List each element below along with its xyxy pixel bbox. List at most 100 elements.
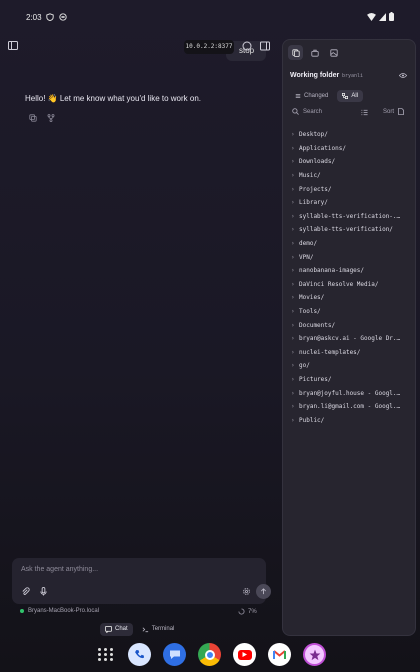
tab-tools[interactable] xyxy=(307,45,322,60)
app-icon[interactable] xyxy=(303,643,326,666)
file-search[interactable]: Search xyxy=(292,108,322,115)
status-right xyxy=(367,12,394,21)
battery-icon xyxy=(389,12,394,21)
file-tree-item[interactable]: › Projects/ xyxy=(291,182,413,196)
tab-preview[interactable] xyxy=(326,45,341,60)
chrome-icon[interactable] xyxy=(198,643,221,666)
file-tree-item[interactable]: › Desktop/ xyxy=(291,128,413,142)
file-tree-item[interactable]: › Downloads/ xyxy=(291,155,413,169)
tab-files[interactable] xyxy=(288,45,303,60)
file-tree-item[interactable]: › nanobanana-images/ xyxy=(291,264,413,278)
file-tree-item[interactable]: › Pictures/ xyxy=(291,373,413,387)
phone-icon[interactable] xyxy=(128,643,151,666)
attach-icon[interactable] xyxy=(21,587,30,596)
chevron-right-icon: › xyxy=(291,294,295,302)
message-glyph xyxy=(169,650,180,659)
play-icon xyxy=(242,652,247,657)
file-tree-item-label: go/ xyxy=(299,362,310,370)
chevron-right-icon: › xyxy=(291,389,295,397)
terminal-icon xyxy=(142,627,148,633)
chevron-right-icon: › xyxy=(291,144,295,152)
tab-terminal-label: Terminal xyxy=(151,626,175,632)
chevron-right-icon: › xyxy=(291,131,295,139)
tab-terminal[interactable]: Terminal xyxy=(137,623,180,636)
panel-toggle-icon[interactable] xyxy=(260,41,270,51)
connected-dot xyxy=(20,609,24,613)
message-composer[interactable]: Ask the agent anything... xyxy=(12,558,271,604)
host-status: Bryans-MacBook-Pro.local xyxy=(20,608,99,614)
list-view-icon[interactable] xyxy=(361,109,368,116)
file-tree-item-label: Projects/ xyxy=(299,185,332,193)
file-tree-item[interactable]: › syllable-tts-verification-... xyxy=(291,210,413,224)
chevron-right-icon: › xyxy=(291,335,295,343)
eye-icon[interactable] xyxy=(399,72,407,79)
arrow-up-icon xyxy=(261,588,266,595)
messages-icon[interactable] xyxy=(163,643,186,666)
copy-icon[interactable] xyxy=(29,114,37,122)
youtube-icon[interactable] xyxy=(233,643,256,666)
chevron-right-icon: › xyxy=(291,185,295,193)
file-tree-item-label: DaVinci Resolve Media/ xyxy=(299,280,379,288)
file-tree-item[interactable]: › nuclei-templates/ xyxy=(291,346,413,360)
file-tree-item[interactable]: › Applications/ xyxy=(291,142,413,156)
chevron-right-icon: › xyxy=(291,375,295,383)
chevron-right-icon: › xyxy=(291,240,295,248)
composer-input[interactable]: Ask the agent anything... xyxy=(21,566,98,573)
file-tree-item[interactable]: › bryan@joyful.house - Googl... xyxy=(291,386,413,400)
info-icon[interactable] xyxy=(242,41,252,51)
signal-icon xyxy=(379,12,386,21)
file-tree-item-label: Downloads/ xyxy=(299,158,336,166)
file-tree-item-label: Public/ xyxy=(299,416,325,424)
sync-icon xyxy=(59,13,67,21)
gmail-icon[interactable] xyxy=(268,643,291,666)
app-drawer-icon[interactable] xyxy=(96,645,116,665)
panel-title: Working folder xyxy=(290,72,340,79)
star-icon xyxy=(309,649,320,660)
shield-icon xyxy=(46,13,54,21)
youtube-badge xyxy=(237,649,252,660)
assistant-message: Hello! 👋 Let me know what you'd like to … xyxy=(25,94,202,103)
chevron-right-icon: › xyxy=(291,348,295,356)
file-tree-item-label: nanobanana-images/ xyxy=(299,267,365,275)
file-tree-item[interactable]: › demo/ xyxy=(291,237,413,251)
tab-chat[interactable]: Chat xyxy=(100,623,133,636)
chevron-right-icon: › xyxy=(291,280,295,288)
file-tree-item[interactable]: › bryan.li@gmail.com - Googl... xyxy=(291,400,413,414)
mic-icon[interactable] xyxy=(39,587,48,596)
chevron-right-icon: › xyxy=(291,226,295,234)
send-button[interactable] xyxy=(256,584,271,599)
fork-icon[interactable] xyxy=(47,114,55,122)
file-tree-item-label: bryan@joyful.house - Googl... xyxy=(299,389,403,397)
chevron-right-icon: › xyxy=(291,267,295,275)
file-tree-item-label: Tools/ xyxy=(299,308,321,316)
panel-user: bryanli xyxy=(342,73,364,79)
file-tree-item[interactable]: › Public/ xyxy=(291,413,413,427)
segment-changed[interactable]: Changed xyxy=(290,90,333,102)
search-input[interactable]: Search xyxy=(303,109,322,115)
file-tree-item[interactable]: › bryan@askcv.ai - Google Dr... xyxy=(291,332,413,346)
file-tree-item[interactable]: › DaVinci Resolve Media/ xyxy=(291,278,413,292)
file-tree-item[interactable]: › go/ xyxy=(291,359,413,373)
file-tree-item-label: Desktop/ xyxy=(299,131,328,139)
file-tree-item[interactable]: › Movies/ xyxy=(291,291,413,305)
chat-icon xyxy=(105,626,112,633)
file-tree-item[interactable]: › VPN/ xyxy=(291,250,413,264)
file-tree-item[interactable]: › syllable-tts-verification/ xyxy=(291,223,413,237)
file-tree-item-label: Pictures/ xyxy=(299,375,332,383)
file-tree-item[interactable]: › Library/ xyxy=(291,196,413,210)
file-tree-item-label: VPN/ xyxy=(299,253,314,261)
chevron-right-icon: › xyxy=(291,321,295,329)
tree-icon xyxy=(342,93,349,99)
sidebar-toggle-icon[interactable] xyxy=(8,41,18,50)
file-tree: › Desktop/ › Applications/ › Downloads/ › Music… xyxy=(291,128,413,427)
chevron-right-icon: › xyxy=(291,199,295,207)
segment-all[interactable]: All xyxy=(337,90,364,102)
file-tree-item[interactable]: › Music/ xyxy=(291,169,413,183)
settings-icon[interactable] xyxy=(242,587,251,596)
file-tree-item[interactable]: › Documents/ xyxy=(291,318,413,332)
sort-button[interactable]: Sort xyxy=(383,108,405,115)
document-icon xyxy=(398,108,405,115)
chevron-right-icon: › xyxy=(291,416,295,424)
file-tree-item[interactable]: › Tools/ xyxy=(291,305,413,319)
panel-tabs xyxy=(288,45,341,60)
